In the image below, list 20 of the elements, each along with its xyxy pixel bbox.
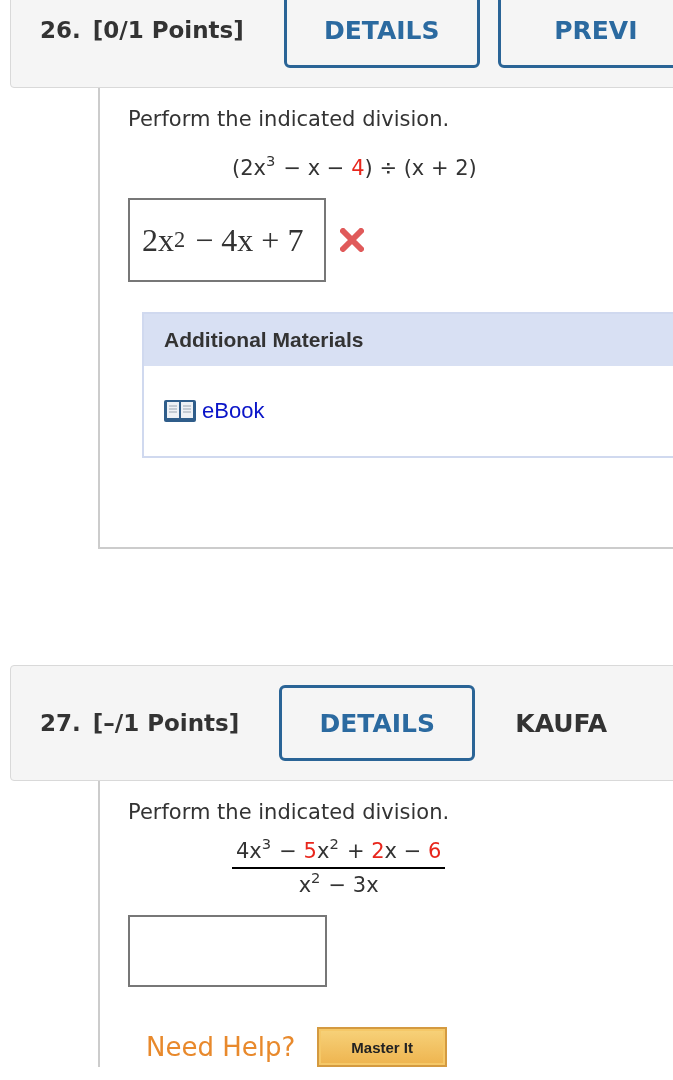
question-number: 27. [40, 710, 81, 736]
ebook-link[interactable]: eBook [202, 398, 265, 424]
header-button[interactable]: DETAILS [283, 0, 480, 68]
question-prompt: Perform the indicated division. [128, 106, 451, 133]
need-help-label: Need Help? [146, 1032, 296, 1062]
header-button[interactable]: DETAILS [279, 685, 476, 761]
source-label: KAUFA [515, 708, 608, 738]
fraction-numerator: 4x$^{3}$ − 5x$^{2}$ + 2x − 6 [232, 839, 446, 869]
master-it-button[interactable]: Master It [317, 1027, 447, 1067]
materials-title: Additional Materials [144, 314, 673, 366]
question-prompt: Perform the indicated division. [128, 799, 451, 826]
book-icon [164, 398, 196, 424]
answer-field[interactable] [128, 915, 327, 987]
header-button[interactable]: PREVI [497, 0, 673, 68]
points-label: [–/1 Points] [92, 710, 240, 736]
points-label: [0/1 Points] [92, 17, 244, 43]
math-expression: (2x$^{3}$ − x − 4) ÷ (x + 2) [232, 156, 478, 180]
incorrect-icon [340, 228, 364, 252]
fraction-denominator: x$^{2}$ − 3x [298, 869, 379, 897]
question-number: 26. [40, 17, 81, 43]
